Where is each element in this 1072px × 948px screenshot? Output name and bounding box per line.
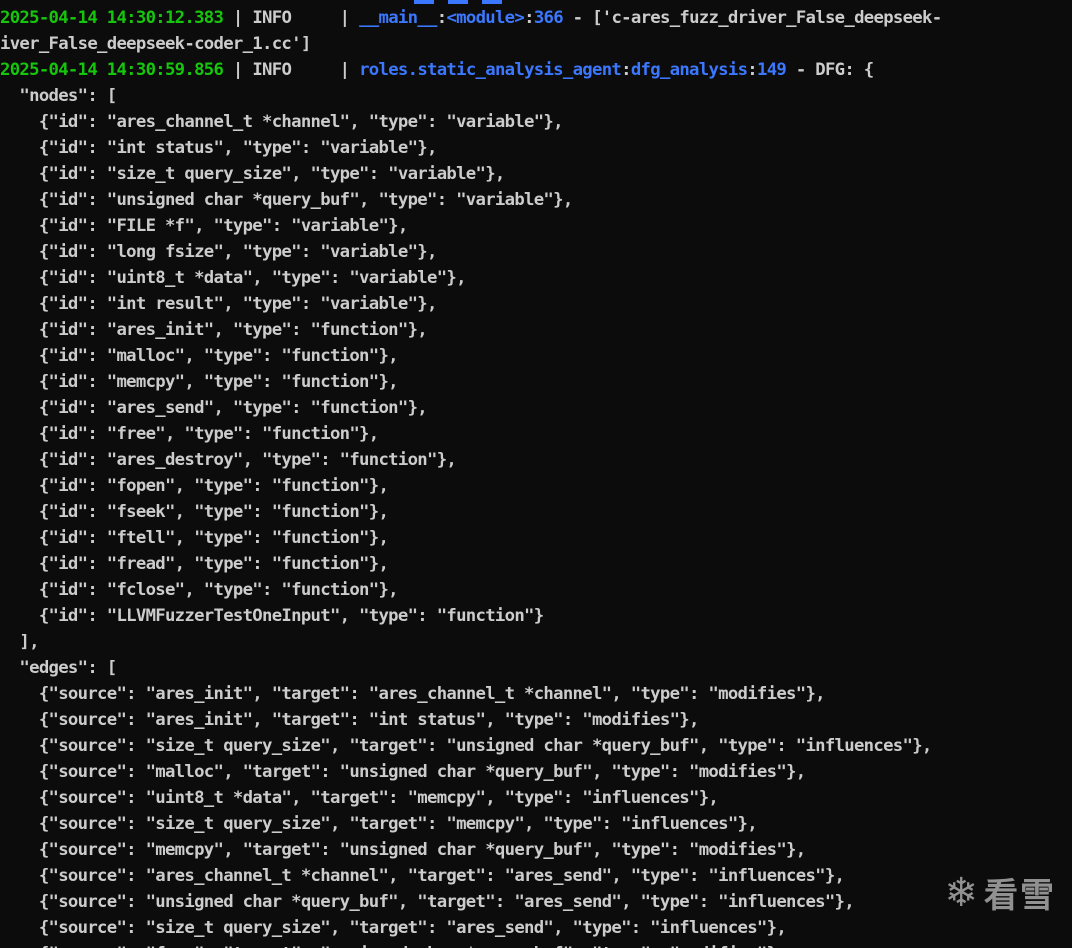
dfg-line: {"id": "ares_send", "type": "function"}, — [0, 398, 428, 418]
dfg-line: {"id": "int result", "type": "variable"}… — [0, 294, 438, 314]
dfg-line: {"source": "size_t query_size", "target"… — [0, 736, 932, 756]
log-module: __main__ — [359, 8, 437, 28]
dfg-line: {"id": "free", "type": "function"}, — [0, 424, 379, 444]
dfg-line: "edges": [ — [0, 658, 117, 678]
log-line-2: 2025-04-14 14:30:59.856 | INFO | roles.s… — [0, 60, 874, 80]
dfg-line: {"source": "size_t query_size", "target"… — [0, 814, 758, 834]
dfg-line: {"id": "ares_destroy", "type": "function… — [0, 450, 457, 470]
dfg-line: {"source": "malloc", "target": "unsigned… — [0, 762, 806, 782]
dfg-line: {"id": "size_t query_size", "type": "var… — [0, 164, 506, 184]
log-line-1-continuation: iver_False_deepseek-coder_1.cc'] — [0, 34, 311, 54]
dfg-line: {"id": "malloc", "type": "function"}, — [0, 346, 399, 366]
log-level: INFO — [252, 8, 292, 28]
watermark: ❄ 看雪 — [944, 868, 1056, 917]
dfg-line: {"id": "uint8_t *data", "type": "variabl… — [0, 268, 467, 288]
log-message: DFG: { — [815, 60, 874, 80]
dfg-line: {"id": "unsigned char *query_buf", "type… — [0, 190, 573, 210]
dfg-line: {"source": "ares_channel_t *channel", "t… — [0, 866, 845, 886]
dfg-line: {"id": "fclose", "type": "function"}, — [0, 580, 399, 600]
dfg-line: {"id": "fseek", "type": "function"}, — [0, 502, 389, 522]
dfg-line: {"source": "unsigned char *query_buf", "… — [0, 892, 855, 912]
log-function: dfg_analysis — [630, 60, 748, 80]
terminal-window[interactable]: 2025-04-14 14:30:12.383 | INFO | __main_… — [0, 0, 1072, 948]
dfg-line: {"id": "LLVMFuzzerTestOneInput", "type":… — [0, 606, 544, 626]
dfg-line: {"id": "memcpy", "type": "function"}, — [0, 372, 399, 392]
dfg-line: {"id": "ftell", "type": "function"}, — [0, 528, 389, 548]
log-line-1: 2025-04-14 14:30:12.383 | INFO | __main_… — [0, 8, 942, 28]
dfg-line: {"source": "uint8_t *data", "target": "m… — [0, 788, 719, 808]
dfg-line: {"source": "ares_init", "target": "int s… — [0, 710, 700, 730]
log-timestamp: 2025-04-14 14:30:12.383 — [0, 8, 224, 28]
log-level: INFO — [252, 60, 292, 80]
dfg-line: {"id": "int status", "type": "variable"}… — [0, 138, 438, 158]
dfg-line: {"id": "FILE *f", "type": "variable"}, — [0, 216, 408, 236]
log-lineno: 149 — [757, 60, 787, 80]
dfg-line: {"id": "long fsize", "type": "variable"}… — [0, 242, 438, 262]
dfg-line: ], — [0, 632, 39, 652]
log-function: <module> — [446, 8, 525, 28]
dfg-line: {"source": "free", "target": "unsigned c… — [0, 941, 787, 948]
dfg-line: "nodes": [ — [0, 86, 117, 106]
log-lineno: 366 — [533, 8, 564, 28]
dfg-line: {"source": "ares_init", "target": "ares_… — [0, 684, 826, 704]
dfg-line: {"source": "memcpy", "target": "unsigned… — [0, 840, 806, 860]
log-message: ['c-ares_fuzz_driver_False_deepseek- — [592, 8, 942, 28]
dfg-line: {"id": "fopen", "type": "function"}, — [0, 476, 389, 496]
snowflake-icon: ❄ — [944, 869, 978, 916]
watermark-text: 看雪 — [984, 876, 1056, 916]
dfg-line: {"id": "fread", "type": "function"}, — [0, 554, 389, 574]
dfg-line: {"id": "ares_init", "type": "function"}, — [0, 320, 428, 340]
dfg-line: {"source": "size_t query_size", "target"… — [0, 918, 787, 938]
log-timestamp: 2025-04-14 14:30:59.856 — [0, 60, 224, 80]
log-module: roles.static_analysis_agent — [359, 60, 622, 80]
dfg-line: {"id": "ares_channel_t *channel", "type"… — [0, 112, 564, 132]
